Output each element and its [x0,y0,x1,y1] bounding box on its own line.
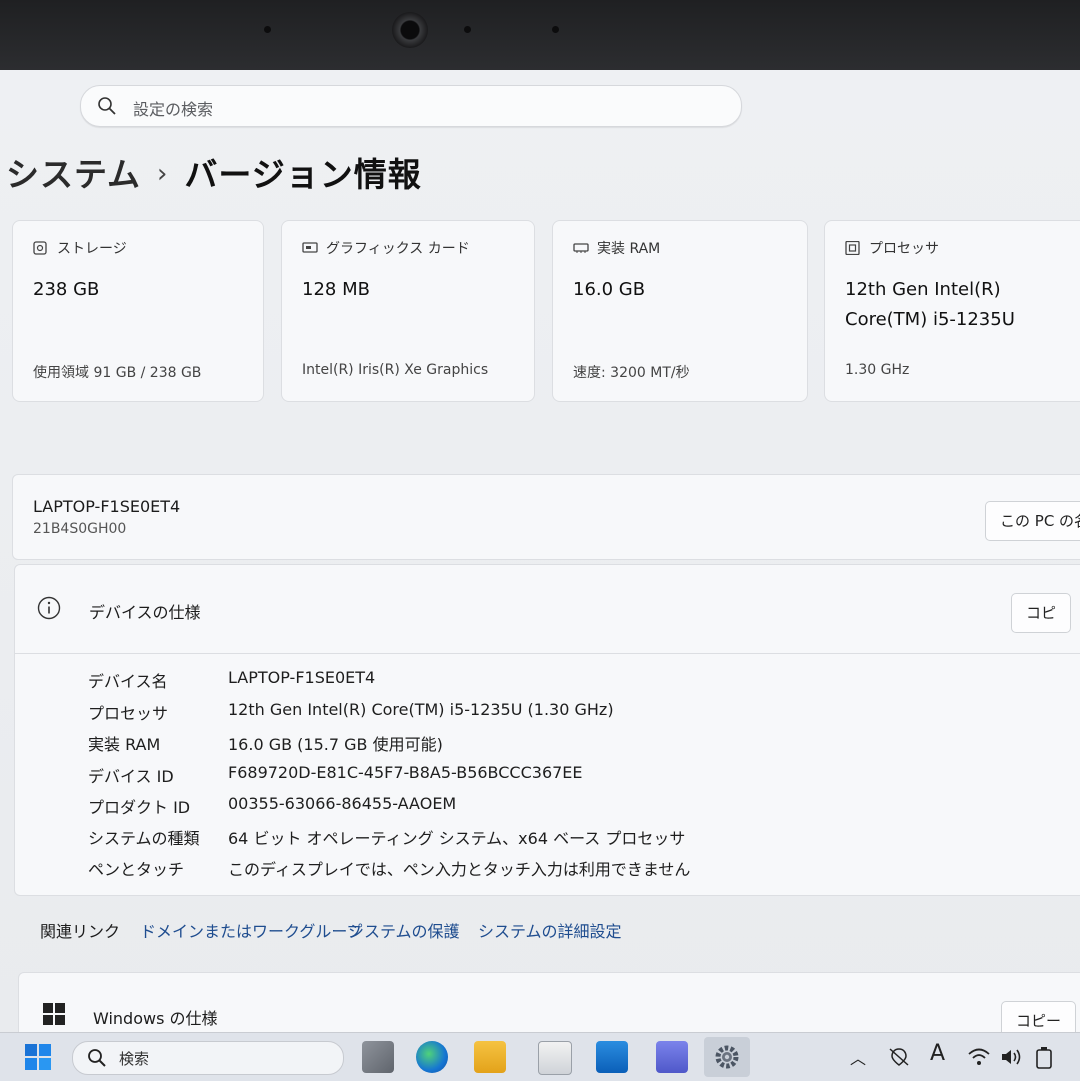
link-system-protection[interactable]: システムの保護 [348,918,460,942]
ram-value: 16.0 GB [573,279,646,300]
ram-icon [573,243,589,253]
laptop-bezel [0,0,1080,70]
spec-value[interactable]: 00355-63066-86455-AAOEM [228,794,456,813]
spec-value[interactable]: LAPTOP-F1SE0ET4 [228,668,375,687]
settings-search-box[interactable]: 設定の検索 [80,85,742,127]
gear-icon [715,1045,739,1069]
device-spec-header[interactable]: デバイスの仕様 コピ [15,565,1080,654]
spec-value[interactable]: 12th Gen Intel(R) Core(TM) i5-1235U (1.3… [228,700,614,719]
taskbar-search[interactable]: 検索 [72,1041,344,1075]
copy-windows-spec-button[interactable]: コピー [1001,1001,1077,1032]
processor-card[interactable]: プロセッサ 12th Gen Intel(R) Core(TM) i5-1235U… [824,220,1080,402]
processor-clock: 1.30 GHz [845,362,910,378]
page-title: バージョン情報 [184,155,422,194]
bezel-sensor-left [264,26,271,33]
teams-icon[interactable] [656,1041,688,1073]
task-view-icon[interactable] [362,1041,394,1073]
outlook-icon[interactable] [596,1041,628,1073]
taskbar: 検索 ︿ A [0,1032,1080,1081]
taskbar-search-placeholder: 検索 [119,1050,150,1068]
ime-indicator[interactable]: A [930,1041,945,1066]
spec-key: システムの種類 [88,829,200,848]
spec-key: デバイス ID [88,767,174,786]
webcam [392,12,428,48]
storage-card[interactable]: ストレージ 238 GB 使用領域 91 GB / 238 GB [12,220,264,402]
bezel-sensor-right [552,26,559,33]
storage-label: ストレージ [57,241,127,257]
graphics-card[interactable]: グラフィックス カード 128 MB Intel(R) Iris(R) Xe G… [281,220,535,402]
spec-value[interactable]: このディスプレイでは、ペン入力とタッチ入力は利用できません [228,856,690,880]
settings-app-active[interactable] [704,1037,750,1077]
spec-key: デバイス名 [88,672,168,691]
link-advanced-system-settings[interactable]: システムの詳細設定 [478,918,622,942]
breadcrumb-parent[interactable]: システム [6,155,141,194]
spec-key: ペンとタッチ [88,860,185,879]
device-model: 21B4S0GH00 [33,521,127,537]
search-icon [98,97,116,115]
breadcrumb-separator: › [157,159,169,189]
copy-device-spec-button[interactable]: コピ [1011,593,1072,633]
ram-label: 実装 RAM [597,241,661,257]
storage-icon [33,241,47,255]
processor-value: 12th Gen Intel(R) Core(TM) i5-1235U [845,275,1015,335]
spec-key: プロセッサ [88,704,169,723]
storage-usage: 使用領域 91 GB / 238 GB [33,365,202,381]
search-placeholder: 設定の検索 [133,100,214,119]
link-domain-workgroup[interactable]: ドメインまたはワークグループ [140,918,362,942]
related-links: 関連リンク ドメインまたはワークグループ システムの保護 システムの詳細設定 [18,898,1080,960]
spec-value[interactable]: F689720D-E81C-45F7-B8A5-B56BCCC367EE [228,763,583,782]
settings-window: 設定の検索 システム › バージョン情報 ストレージ 238 GB 使用領域 91 … [0,70,1080,1032]
processor-label: プロセッサ [869,241,939,257]
storage-value: 238 GB [33,279,100,300]
spec-value[interactable]: 64 ビット オペレーティング システム、x64 ベース プロセッサ [228,825,685,849]
device-name-panel: LAPTOP-F1SE0ET4 21B4S0GH00 この PC の名 [12,474,1080,560]
graphics-value: 128 MB [302,279,370,300]
wifi-icon[interactable] [968,1048,990,1066]
device-name: LAPTOP-F1SE0ET4 [33,497,181,516]
device-spec-title: デバイスの仕様 [89,603,201,622]
bezel-sensor-mid [464,26,471,33]
file-explorer-icon[interactable] [474,1041,506,1073]
battery-icon[interactable] [1036,1047,1052,1069]
breadcrumb: システム › バージョン情報 [6,148,422,196]
windows-spec-title: Windows の仕様 [93,1009,218,1028]
chevron-up-icon[interactable]: ︿ [850,1045,866,1069]
related-links-label: 関連リンク [40,922,121,941]
info-icon [37,596,61,620]
processor-icon [845,241,860,255]
microsoft-store-icon[interactable] [538,1041,572,1075]
ram-card[interactable]: 実装 RAM 16.0 GB 速度: 3200 MT/秒 [552,220,808,402]
windows-spec-panel[interactable]: Windows の仕様 コピー [18,972,1080,1032]
processor-value-line2: Core(TM) i5-1235U [845,309,1015,330]
spec-key: プロダクト ID [88,798,191,817]
processor-value-line1: 12th Gen Intel(R) [845,279,1001,300]
ram-speed: 速度: 3200 MT/秒 [573,365,690,381]
spec-value[interactable]: 16.0 GB (15.7 GB 使用可能) [228,731,443,755]
windows-logo-icon [43,1003,65,1025]
graphics-name: Intel(R) Iris(R) Xe Graphics [302,362,489,378]
gpu-icon [302,242,318,253]
search-icon [88,1049,106,1067]
spec-key: 実装 RAM [88,735,161,754]
edge-browser-icon[interactable] [416,1041,448,1073]
volume-icon[interactable] [1000,1047,1022,1067]
rename-pc-button[interactable]: この PC の名 [985,501,1080,541]
location-off-icon[interactable] [888,1047,910,1067]
start-button-icon[interactable] [22,1041,54,1073]
graphics-label: グラフィックス カード [326,241,470,257]
